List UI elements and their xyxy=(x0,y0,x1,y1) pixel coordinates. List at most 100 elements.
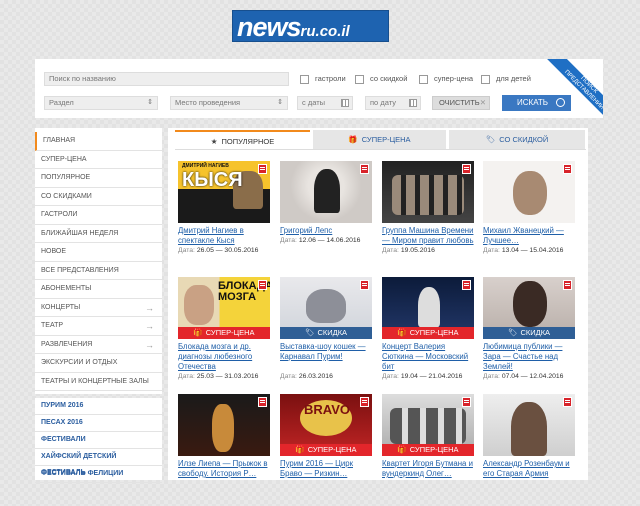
checkbox-box[interactable] xyxy=(481,74,490,84)
super-price-ribbon: 🎁 СУПЕР-ЦЕНА xyxy=(178,327,270,339)
event-title-link[interactable]: Пурим 2016 — Цирк Браво — Ризкин… xyxy=(280,459,372,479)
sidebar-item[interactable]: ЭКСКУРСИИ И ОТДЫХ xyxy=(35,354,162,373)
sidebar-item[interactable]: ВСЕ ПРЕДСТАВЛЕНИЯ xyxy=(35,262,162,280)
festival-link[interactable]: ПЕСАХ 2016 xyxy=(35,415,162,432)
sidebar-item-label: СО СКИДКАМИ xyxy=(41,192,92,200)
festival-link[interactable]: ФЕСТИВАЛИ xyxy=(35,432,162,449)
poster-title: КЫСЯ xyxy=(182,169,243,191)
event-title-link[interactable]: Александр Розенбаум и его Старая Армия xyxy=(483,459,575,479)
venue-select[interactable]: Место проведения ⇕ xyxy=(170,96,288,110)
event-title-link[interactable]: Григорий Лепс xyxy=(280,226,372,236)
sidebar-menu: ГЛАВНАЯ СУПЕР-ЦЕНА ПОПУЛЯРНОЕ СО СКИДКАМИ ГА… xyxy=(35,128,162,394)
event-title-link[interactable]: Блокада мозга и др. диагнозы любезного О… xyxy=(178,342,270,372)
sidebar-item[interactable]: ПОПУЛЯРНОЕ xyxy=(35,169,162,188)
sidebar-item[interactable]: ТЕАТРЫ И КОНЦЕРТНЫЕ ЗАЛЫ xyxy=(35,373,162,391)
event-card[interactable]: 🎁 СУПЕР-ЦЕНА Концерт Валерия Сюткина — Мос… xyxy=(382,277,474,389)
event-thumbnail[interactable]: 🎁 СУПЕР-ЦЕНА xyxy=(382,394,474,456)
tab-popular[interactable]: ★ ПОПУЛЯРНОЕ xyxy=(175,130,310,149)
event-thumbnail[interactable] xyxy=(483,394,575,456)
date-label: Дата: xyxy=(382,373,399,380)
event-thumbnail[interactable]: БЛОКАДА МОЗГА 🎁 СУПЕР-ЦЕНА xyxy=(178,277,270,339)
event-title-link[interactable]: Выставка-шоу кошек — Карнавал Пурим! xyxy=(280,342,372,362)
sidebar-item[interactable]: НОВОЕ xyxy=(35,243,162,262)
date-label: Дата: xyxy=(382,247,399,254)
date-from-field[interactable]: с даты xyxy=(297,96,353,110)
tab-discount[interactable]: 🏷 СО СКИДКОЙ xyxy=(449,130,585,149)
event-thumbnail[interactable] xyxy=(280,161,372,223)
search-input[interactable]: Поиск по названию xyxy=(44,72,289,86)
event-title-link[interactable]: Илзе Лиепа — Прыжок в свободу. История Р… xyxy=(178,459,270,479)
thumbnail-figure xyxy=(513,281,547,327)
sidebar-item[interactable]: РАЗВЛЕЧЕНИЯ → xyxy=(35,336,162,354)
sidebar-item[interactable]: БЛИЖАЙШАЯ НЕДЕЛЯ xyxy=(35,225,162,243)
site-logo[interactable]: newsru.co.il xyxy=(232,10,389,42)
arrow-right-icon: → xyxy=(145,321,154,331)
date-value: 19.05.2016 xyxy=(400,247,435,254)
event-card[interactable]: Группа Машина Времени — Миром правит люб… xyxy=(382,161,474,273)
event-thumbnail[interactable]: BRAVO 🎁 СУПЕР-ЦЕНА xyxy=(280,394,372,456)
clear-button[interactable]: ОЧИСТИТЬ ✕ xyxy=(432,96,490,110)
event-thumbnail[interactable] xyxy=(483,161,575,223)
event-title-link[interactable]: Любимица публики — Зара — Счастье над Зе… xyxy=(483,342,575,372)
checkbox-box[interactable] xyxy=(355,74,364,84)
sidebar-item[interactable]: ГЛАВНАЯ xyxy=(35,132,162,151)
tag-icon: 🏷 xyxy=(507,328,518,337)
event-title-link[interactable]: Михаил Жванецкий — Лучшее… xyxy=(483,226,575,246)
thumbnail-figure xyxy=(306,289,346,323)
event-card[interactable]: БЛОКАДА МОЗГА 🎁 СУПЕР-ЦЕНА Блокада мозга и … xyxy=(178,277,270,389)
event-card[interactable]: 🏷 СКИДКА Выставка-шоу кошек — Карнавал Пур… xyxy=(280,277,372,389)
calendar-icon[interactable] xyxy=(341,99,349,107)
sidebar-item[interactable]: СО СКИДКАМИ xyxy=(35,188,162,206)
event-card[interactable]: Александр Розенбаум и его Старая Армия xyxy=(483,394,575,506)
sidebar-item[interactable]: ТЕАТР → xyxy=(35,317,162,336)
event-thumbnail[interactable]: 🎁 СУПЕР-ЦЕНА xyxy=(382,277,474,339)
checkbox-super-price[interactable]: супер-цена xyxy=(419,73,473,85)
event-title-link[interactable]: Группа Машина Времени — Миром правит люб… xyxy=(382,226,474,246)
calendar-icon[interactable] xyxy=(409,99,417,107)
sidebar-item[interactable]: КОНЦЕРТЫ → xyxy=(35,299,162,317)
checkbox-box[interactable] xyxy=(300,74,309,84)
sidebar-item[interactable]: АБОНЕМЕНТЫ xyxy=(35,280,162,299)
sidebar-item[interactable]: СУПЕР-ЦЕНА xyxy=(35,151,162,169)
logo-domain: ru.co.il xyxy=(300,23,350,40)
ticket-badge-icon xyxy=(360,397,369,407)
event-date: Дата: 26.05 — 30.05.2016 xyxy=(178,247,270,254)
date-from-placeholder: с даты xyxy=(302,98,326,107)
checkbox-discount[interactable]: со скидкой xyxy=(355,73,407,85)
event-title-link[interactable]: Концерт Валерия Сюткина — Московский бит xyxy=(382,342,474,372)
sidebar-item-label: БЛИЖАЙШАЯ НЕДЕЛЯ xyxy=(41,229,119,237)
sidebar-item-label: РАЗВЛЕЧЕНИЯ xyxy=(41,340,93,348)
event-thumbnail[interactable]: КЫСЯ ДМИТРИЙ НАГИЕВ xyxy=(178,161,270,223)
event-card[interactable]: Михаил Жванецкий — Лучшее… Дата: 13.04 — … xyxy=(483,161,575,273)
sidebar-item[interactable]: ГАСТРОЛИ xyxy=(35,206,162,225)
logo-text: news xyxy=(237,12,302,42)
date-to-field[interactable]: по дату xyxy=(365,96,421,110)
event-card[interactable]: Григорий Лепс Дата: 12.06 — 14.06.2016 xyxy=(280,161,372,273)
tab-label: СУПЕР-ЦЕНА xyxy=(361,135,411,144)
festival-link[interactable]: ПУРИМ 2016 xyxy=(35,398,162,415)
event-title-link[interactable]: Дмитрий Нагиев в спектакле Кыся xyxy=(178,226,270,246)
event-title-link[interactable]: Квартет Игоря Бутмана и вундеркинд Олег… xyxy=(382,459,474,479)
ticket-badge-icon xyxy=(258,280,267,290)
event-card[interactable]: 🎁 СУПЕР-ЦЕНА Квартет Игоря Бутмана и вунде… xyxy=(382,394,474,506)
event-thumbnail[interactable] xyxy=(382,161,474,223)
event-thumbnail[interactable]: 🏷 СКИДКА xyxy=(280,277,372,339)
ticket-badge-icon xyxy=(360,164,369,174)
tab-super-price[interactable]: 🎁 СУПЕР-ЦЕНА xyxy=(313,130,446,149)
event-thumbnail[interactable] xyxy=(178,394,270,456)
festival-link[interactable]: ХАЙФСКИЙ ДЕТСКИЙ ФЕСТИВАЛЬ xyxy=(35,449,162,476)
event-card[interactable]: КЫСЯ ДМИТРИЙ НАГИЕВ Дмитрий Нагиев в спект… xyxy=(178,161,270,273)
event-thumbnail[interactable]: 🏷 СКИДКА xyxy=(483,277,575,339)
festival-link[interactable]: ФЕСТИВАЛЬ ФЕЛИЦИИ xyxy=(35,466,162,483)
checkbox-tours[interactable]: гастроли xyxy=(300,73,346,85)
section-select[interactable]: Раздел ⇕ xyxy=(44,96,158,110)
event-card[interactable]: Илзе Лиепа — Прыжок в свободу. История Р… xyxy=(178,394,270,506)
event-card[interactable]: BRAVO 🎁 СУПЕР-ЦЕНА Пурим 2016 — Цирк Браво … xyxy=(280,394,372,506)
ticket-badge-icon xyxy=(563,397,572,407)
event-card[interactable]: 🏷 СКИДКА Любимица публики — Зара — Счастье… xyxy=(483,277,575,389)
thumbnail-figure xyxy=(390,408,466,444)
advanced-search-ribbon[interactable]: ПОИСК ПРЕДСТАВЛЕНИЙ xyxy=(540,59,603,118)
checkbox-kids[interactable]: для детей xyxy=(481,73,531,85)
sidebar-item-label: НОВОЕ xyxy=(41,248,67,255)
checkbox-box[interactable] xyxy=(419,74,428,84)
